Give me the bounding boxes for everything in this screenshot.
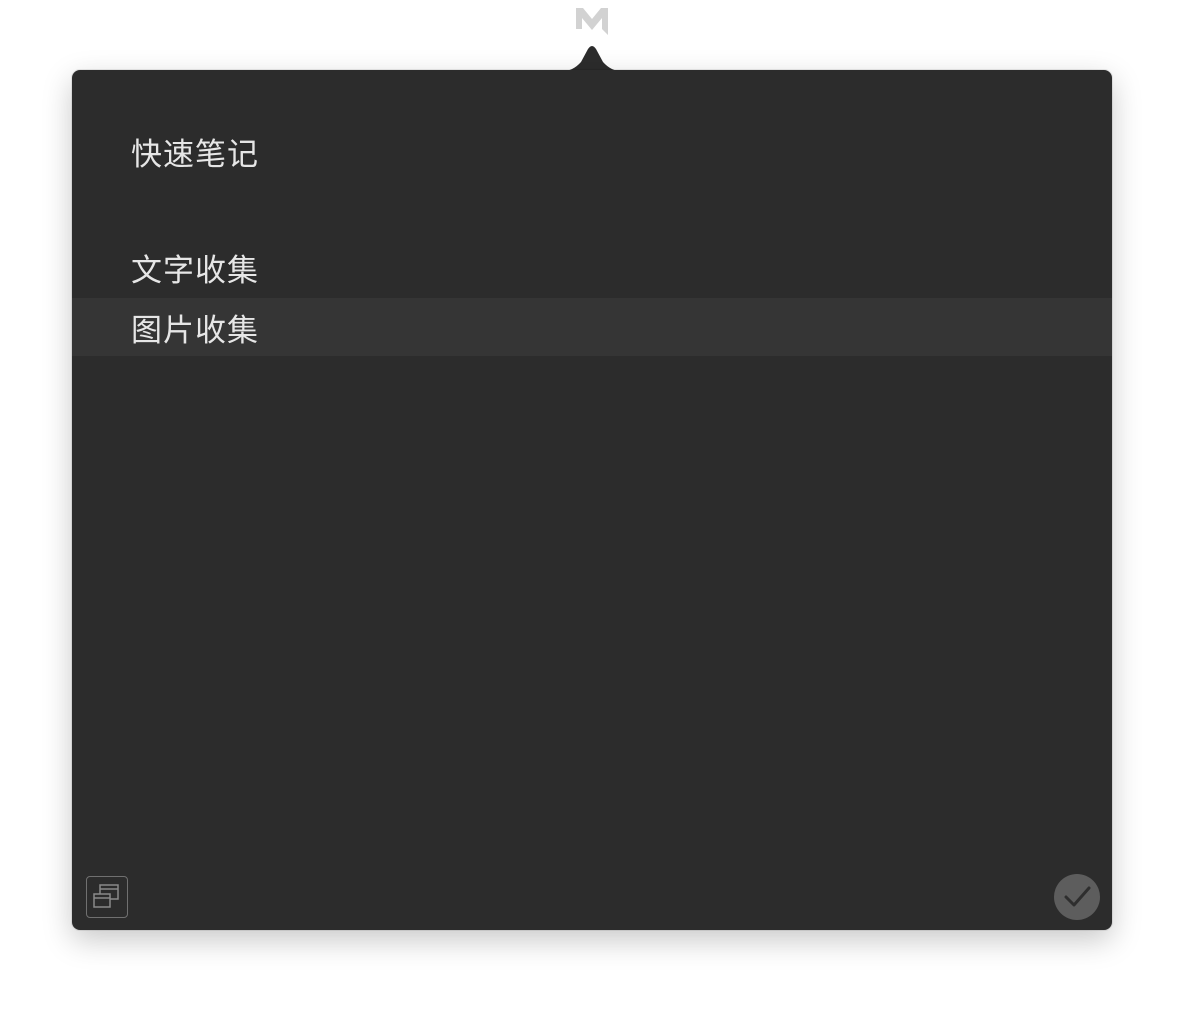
menu-item-text-collect[interactable]: 文字收集 [72,238,1112,296]
windows-stack-icon [93,884,119,908]
checkmark-icon [1064,886,1091,907]
confirm-button[interactable] [1054,874,1100,920]
menu-item-label: 图片收集 [131,312,259,349]
marginnote-m-icon[interactable] [575,6,609,36]
menu-item-label: 文字收集 [131,252,259,289]
popover-arrow [563,44,621,72]
menu-item-quick-note[interactable]: 快速笔记 [72,122,1112,180]
window-toggle-button[interactable] [86,876,128,918]
popover-panel: 快速笔记 文字收集 图片收集 [72,70,1112,930]
menu-item-image-collect[interactable]: 图片收集 [72,298,1112,356]
menu-item-label: 快速笔记 [131,136,259,173]
